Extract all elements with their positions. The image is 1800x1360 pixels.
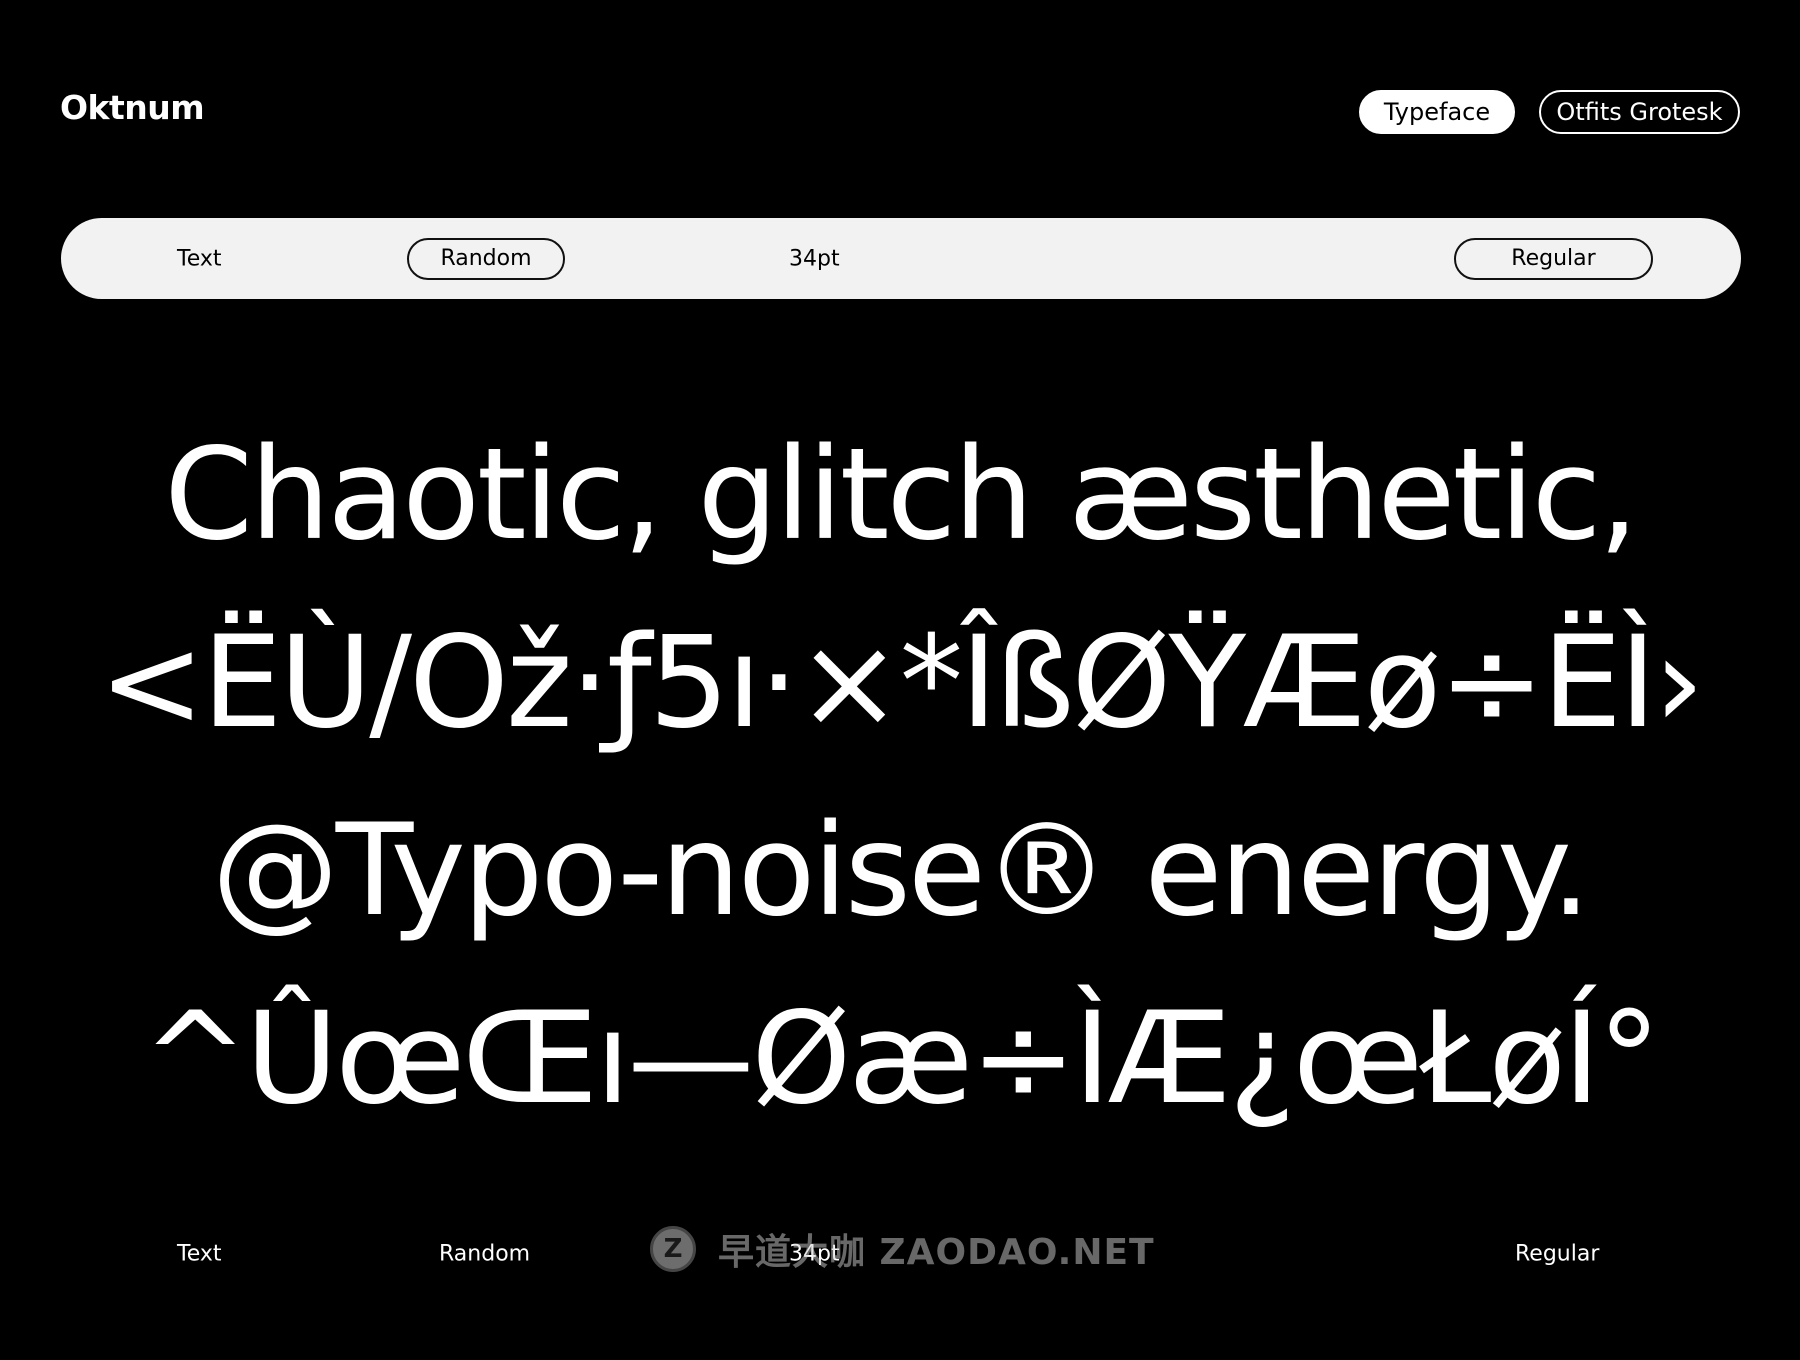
- brand-logo: Oktnum: [60, 88, 205, 127]
- specimen-line: <ËÙ/Ož·ƒ5ı·×*ÎßØŸÆø÷ËÌ›: [98, 608, 1705, 756]
- type-specimen[interactable]: Chaotic, glitch æsthetic, <ËÙ/Ož·ƒ5ı·×*Î…: [0, 400, 1800, 1152]
- footer-text-mode-button[interactable]: Text: [177, 1242, 222, 1267]
- font-size-control[interactable]: 34pt: [789, 246, 840, 271]
- watermark-text: 早道大咖 ZAODAO.NET: [718, 1232, 1155, 1273]
- specimen-line: @Typo-noise® energy.: [211, 796, 1591, 944]
- specimen-toolbar: Text Random 34pt Regular: [61, 218, 1741, 299]
- text-mode-button[interactable]: Text: [177, 246, 222, 271]
- tab-typeface[interactable]: Typeface: [1359, 90, 1515, 134]
- random-button[interactable]: Random: [407, 237, 565, 280]
- specimen-line: ^ÛœŒı—Øæ÷ÌÆ¿œŁøÍ°: [141, 984, 1661, 1132]
- watermark: Z 早道大咖 ZAODAO.NET: [650, 1223, 1155, 1275]
- font-weight-select[interactable]: Regular: [1454, 237, 1653, 280]
- footer-random-button[interactable]: Random: [439, 1242, 530, 1267]
- watermark-logo-icon: Z: [650, 1226, 696, 1272]
- specimen-line: Chaotic, glitch æsthetic,: [164, 420, 1639, 568]
- header-tabs: Typeface Otfits Grotesk: [1359, 90, 1740, 134]
- footer-font-weight-select[interactable]: Regular: [1515, 1242, 1599, 1267]
- tab-otfits-grotesk[interactable]: Otfits Grotesk: [1539, 90, 1740, 134]
